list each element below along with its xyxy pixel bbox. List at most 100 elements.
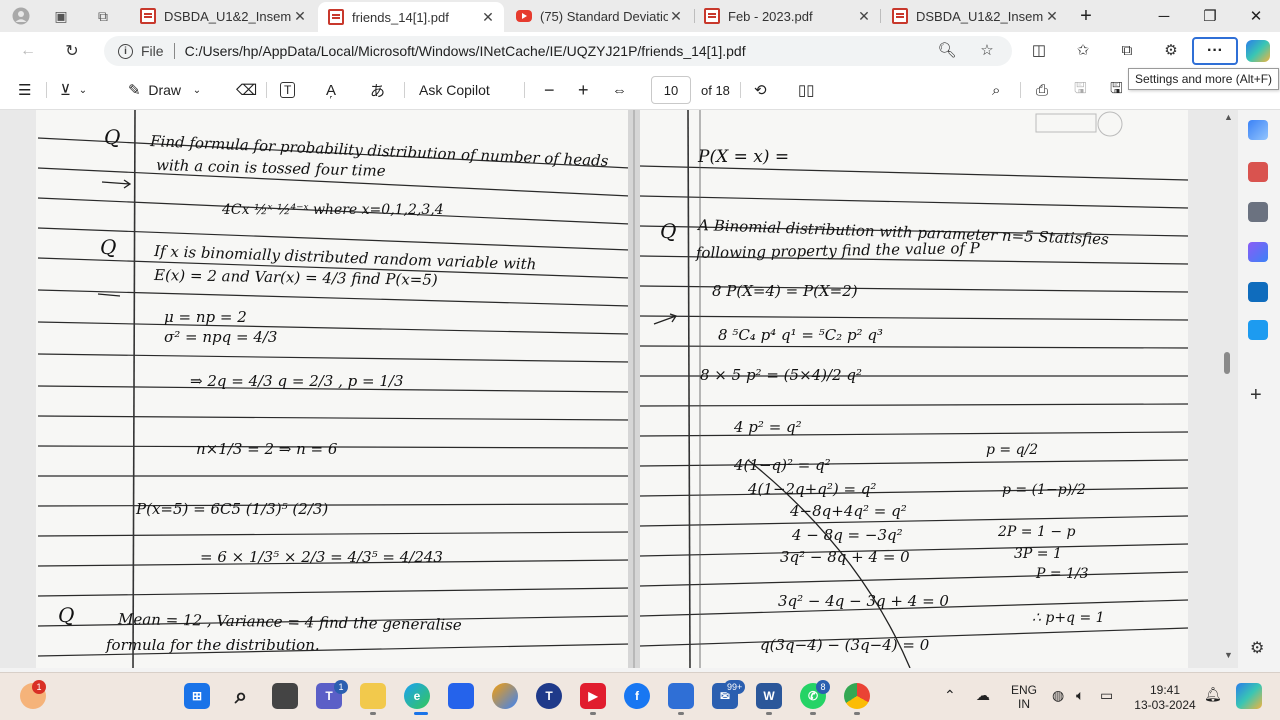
workspaces-icon[interactable]: ▣	[50, 5, 72, 27]
close-icon[interactable]: ✕	[1044, 8, 1060, 25]
tab-actions-icon[interactable]: ⧉	[92, 5, 114, 27]
shopping-icon[interactable]	[1248, 162, 1268, 182]
fit-page-icon[interactable]: ⇔	[612, 80, 627, 100]
games-icon[interactable]	[1248, 242, 1268, 262]
close-icon[interactable]: ✕	[480, 9, 496, 26]
tab-dsbda-2[interactable]: DSBDA_U1&2_Insem[1] ✕	[882, 0, 1068, 32]
address-bar[interactable]: i File C:/Users/hp/AppData/Local/Microso…	[104, 36, 1012, 66]
store-icon[interactable]	[448, 683, 474, 709]
clock[interactable]: 19:41 13-03-2024	[1130, 683, 1200, 713]
draw-button[interactable]: ✎ Draw ⌄	[128, 80, 201, 100]
favorite-star-icon[interactable]: ☆	[978, 41, 996, 59]
zoom-in-button[interactable]: +	[578, 80, 589, 100]
right-side5: P = 1/3	[1035, 566, 1089, 582]
tab-standard-deviation[interactable]: (75) Standard Deviation ✕	[506, 0, 692, 32]
mail-badge: 99+	[724, 680, 746, 694]
edge-icon[interactable]: e	[404, 683, 430, 709]
add-text-icon[interactable]: T	[280, 80, 296, 100]
eraser-icon[interactable]: ⌫	[236, 80, 257, 100]
question-mark-q2: Q	[100, 235, 116, 259]
q3-title-line1: Mean = 12 , Variance = 4 find the genera…	[117, 610, 462, 634]
zoom-icon[interactable]: 🔍︎	[937, 41, 956, 59]
outlook-icon[interactable]	[1248, 282, 1268, 302]
task-view-icon[interactable]	[272, 683, 298, 709]
sidebar-settings-icon[interactable]: ⚙	[1250, 638, 1264, 658]
notifications-bell-icon[interactable]: 🔔︎	[1204, 686, 1222, 703]
translate-icon[interactable]: あ	[370, 80, 385, 100]
right-side3: 2P = 1 − p	[997, 524, 1075, 540]
close-icon[interactable]: ✕	[292, 8, 308, 25]
tab-label: friends_14[1].pdf	[352, 9, 449, 25]
battery-icon[interactable]: ▭	[1100, 687, 1113, 704]
settings-more-button[interactable]: ···	[1192, 37, 1238, 65]
close-window-button[interactable]: ✕	[1244, 4, 1268, 28]
chrome-icon[interactable]	[844, 683, 870, 709]
tools-icon[interactable]	[1248, 202, 1268, 222]
new-tab-button[interactable]: +	[1074, 4, 1098, 28]
date-label: 13-03-2024	[1134, 698, 1196, 712]
contents-icon[interactable]: ☰	[18, 80, 31, 100]
handwritten-notes: Q Find formula for probability distribut…	[58, 125, 1109, 654]
favorites-icon[interactable]: ✩	[1074, 41, 1092, 59]
search-sidebar-icon[interactable]	[1248, 120, 1268, 140]
add-sidebar-app-icon[interactable]: +	[1250, 384, 1262, 407]
vertical-scrollbar[interactable]: ▲ ▼	[1221, 110, 1235, 668]
zoom-out-button[interactable]: −	[544, 80, 555, 100]
tab-dsbda-1[interactable]: DSBDA_U1&2_Insem[1] ✕	[130, 0, 316, 32]
profile-icon[interactable]	[10, 5, 32, 27]
close-icon[interactable]: ✕	[856, 8, 872, 25]
running-indicator	[678, 712, 684, 715]
close-icon[interactable]: ✕	[668, 8, 684, 25]
url-text[interactable]: C:/Users/hp/AppData/Local/Microsoft/Wind…	[185, 43, 746, 59]
collections-icon[interactable]: ⧉	[1118, 41, 1136, 59]
scroll-down-icon[interactable]: ▼	[1224, 650, 1233, 660]
save-as-icon[interactable]: 🖫︎	[1110, 80, 1123, 100]
tab-friends-pdf[interactable]: friends_14[1].pdf ✕	[318, 2, 504, 32]
restore-button[interactable]: ❐	[1198, 4, 1222, 28]
search-icon[interactable]: ⌕	[228, 683, 254, 709]
app-t-icon[interactable]: T	[536, 683, 562, 709]
scroll-up-icon[interactable]: ▲	[1224, 112, 1233, 122]
minimize-button[interactable]: ─	[1152, 4, 1176, 28]
globe-icon[interactable]: ◍	[1052, 687, 1064, 704]
whatsapp-badge: 8	[816, 680, 830, 694]
word-icon[interactable]: W	[756, 683, 782, 709]
tab-feb-2023[interactable]: Feb - 2023.pdf ✕	[694, 0, 880, 32]
info-icon[interactable]: i	[118, 43, 133, 59]
rotate-icon[interactable]: ⟲	[754, 80, 767, 100]
split-screen-icon[interactable]: ◫	[1030, 41, 1048, 59]
search-icon[interactable]: ⌕	[992, 80, 1000, 100]
scrollbar-thumb[interactable]	[1224, 352, 1230, 374]
file-explorer-icon[interactable]	[360, 683, 386, 709]
copilot-tray-icon[interactable]	[1236, 683, 1262, 709]
ask-copilot-button[interactable]: Ask Copilot	[419, 80, 490, 100]
language-indicator[interactable]: ENG IN	[1008, 683, 1040, 711]
right-side1: p = q/2	[986, 442, 1038, 458]
refresh-button[interactable]: ↻	[60, 40, 84, 62]
divider	[524, 82, 525, 98]
copilot-taskbar-icon[interactable]	[492, 683, 518, 709]
save-icon[interactable]: 🖫︎	[1074, 80, 1087, 100]
copilot-icon[interactable]	[1246, 40, 1270, 62]
read-aloud-icon[interactable]: A᷊	[326, 80, 336, 100]
highlight-icon[interactable]: ⊻ ⌄	[60, 80, 87, 100]
youtube-icon[interactable]: ▶	[580, 683, 606, 709]
settings-tooltip: Settings and more (Alt+F)	[1128, 68, 1280, 90]
drop-icon[interactable]	[1248, 320, 1268, 340]
q1-answer: 4Cx ½ˣ ½⁴⁻ˣ where x=0,1,2,3,4	[221, 202, 444, 218]
back-button[interactable]: ←	[16, 40, 40, 62]
active-indicator	[414, 712, 428, 715]
start-icon[interactable]: ⊞	[184, 683, 210, 709]
right-q-title-line2: following property find the value of P	[695, 239, 981, 262]
page-number-input[interactable]: 10	[651, 76, 691, 104]
pdf-toolbar: ☰ ⊻ ⌄ ✎ Draw ⌄ ⌫ T A᷊ あ Ask Copilot − + …	[0, 70, 1280, 110]
facebook-icon[interactable]: f	[624, 683, 650, 709]
print-icon[interactable]: ⎙	[1036, 80, 1048, 100]
volume-icon[interactable]: 🔈︎	[1076, 687, 1084, 704]
extensions-icon[interactable]: ⚙	[1162, 41, 1180, 59]
pdf-viewport[interactable]: Q Find formula for probability distribut…	[0, 110, 1238, 668]
chat-icon[interactable]	[668, 683, 694, 709]
network-icon[interactable]: ☁	[976, 687, 990, 704]
show-hidden-icons[interactable]: ⌃	[944, 687, 956, 704]
page-view-icon[interactable]: ▯▯	[798, 80, 815, 100]
